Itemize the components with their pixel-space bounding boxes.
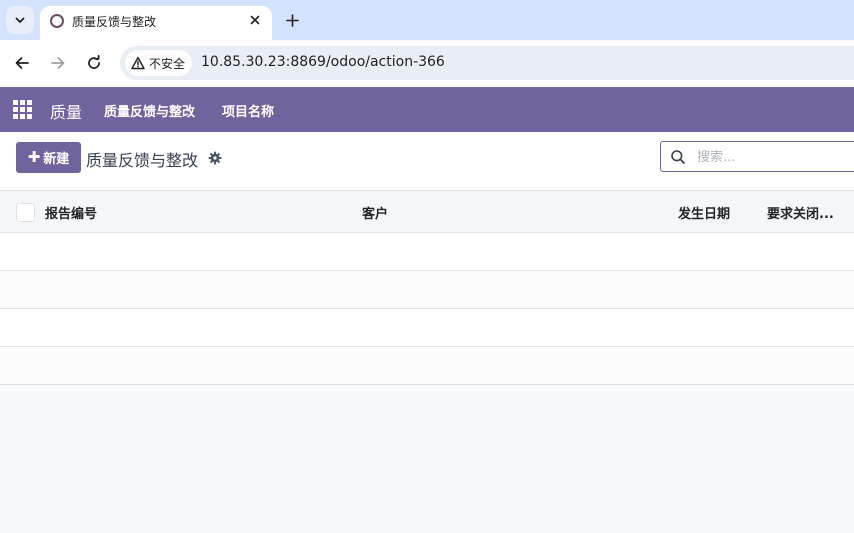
apps-grid-icon[interactable] — [13, 100, 32, 119]
plus-icon: ✚ — [27, 148, 41, 166]
column-header-occurrence-date[interactable]: 发生日期 — [678, 203, 730, 222]
tab-search-button[interactable] — [6, 6, 34, 34]
table-row — [0, 347, 854, 385]
list-header: 报告编号 客户 发生日期 要求关闭... — [0, 191, 854, 233]
main-navbar: 质量 质量反馈与整改 项目名称 — [0, 87, 854, 132]
odoo-circle-icon — [50, 14, 64, 28]
reload-button[interactable] — [80, 49, 108, 77]
page-title: 质量反馈与整改 — [86, 151, 199, 170]
column-header-close-deadline[interactable]: 要求关闭... — [767, 203, 834, 222]
search-input[interactable] — [695, 146, 849, 169]
warning-icon — [131, 56, 145, 70]
back-button[interactable] — [8, 49, 36, 77]
new-tab-button[interactable] — [280, 8, 304, 32]
column-header-report-number[interactable]: 报告编号 — [45, 203, 97, 222]
chevron-down-icon — [15, 17, 25, 23]
search-box[interactable] — [660, 141, 854, 172]
tab-title: 质量反馈与整改 — [72, 15, 157, 29]
column-header-customer[interactable]: 客户 — [362, 203, 388, 222]
plus-icon — [285, 13, 299, 27]
gear-icon[interactable] — [208, 151, 222, 165]
security-label: 不安全 — [149, 56, 186, 71]
arrow-left-icon — [15, 57, 29, 69]
control-panel: ✚ 新建 质量反馈与整改 — [0, 132, 854, 191]
search-icon — [671, 150, 685, 164]
select-all-checkbox[interactable] — [16, 203, 35, 222]
table-row — [0, 233, 854, 271]
table-row — [0, 309, 854, 347]
menu-item-project-name[interactable]: 项目名称 — [222, 101, 274, 120]
security-chip[interactable]: 不安全 — [125, 50, 193, 76]
app-name[interactable]: 质量 — [50, 99, 82, 123]
table-row — [0, 271, 854, 309]
browser-tabstrip: 质量反馈与整改 — [0, 0, 854, 40]
browser-tab-active[interactable]: 质量反馈与整改 — [40, 6, 272, 40]
url-text[interactable]: 10.85.30.23:8869/odoo/action-366 — [201, 54, 445, 70]
browser-toolbar: 不安全 10.85.30.23:8869/odoo/action-366 — [0, 40, 854, 86]
menu-item-quality-feedback[interactable]: 质量反馈与整改 — [104, 101, 195, 120]
arrow-right-icon — [51, 57, 65, 69]
forward-button[interactable] — [44, 49, 72, 77]
close-icon[interactable] — [246, 11, 264, 29]
new-button[interactable]: ✚ 新建 — [16, 142, 81, 173]
reload-icon — [88, 55, 100, 69]
address-bar[interactable]: 不安全 10.85.30.23:8869/odoo/action-366 — [120, 46, 854, 80]
new-button-label: 新建 — [43, 152, 70, 167]
